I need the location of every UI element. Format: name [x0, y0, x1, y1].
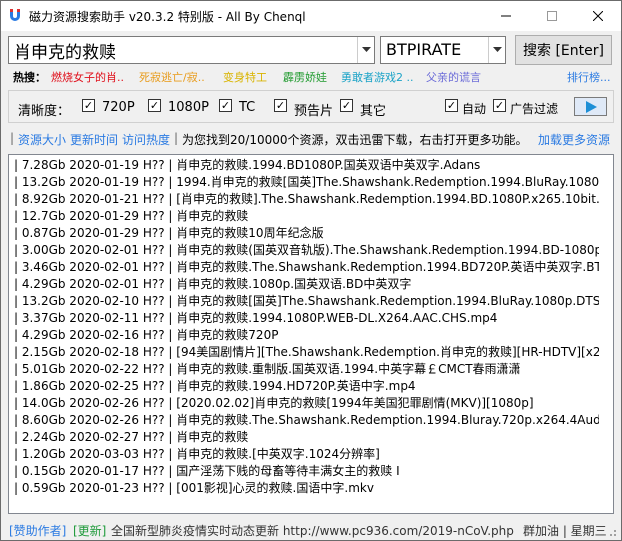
list-item[interactable]: | 13.2Gb 2020-01-19 H?? | 1994.肖申克的救赎[国英… — [9, 174, 599, 191]
list-item[interactable]: | 4.29Gb 2020-02-16 H?? | 肖申克的救赎720P — [9, 327, 599, 344]
maximize-icon — [547, 11, 557, 21]
checkbox-trailer[interactable]: ✓ — [274, 99, 287, 112]
checkbox-tc[interactable]: ✓ — [219, 99, 232, 112]
search-button[interactable]: 搜索 [Enter] — [515, 35, 612, 65]
hot-searches: 热搜： 燃烧女子的肖.. 死寂逃亡/寂.. 变身特工 霹雳娇娃 勇敢者游戏2 .… — [1, 68, 621, 86]
list-item[interactable]: | 4.29Gb 2020-02-01 H?? | 肖申克的救赎.1080p.国… — [9, 276, 599, 293]
checkbox-auto[interactable]: ✓ — [445, 99, 458, 112]
play-button[interactable] — [574, 97, 607, 116]
source-select-value: BTPIRATE — [386, 40, 462, 59]
search-combobox[interactable] — [8, 36, 375, 64]
hot-item[interactable]: 变身特工 — [223, 69, 267, 85]
checkbox-adfilter-label: 广告过滤 — [510, 102, 559, 116]
list-item[interactable]: | 13.2Gb 2020-02-10 H?? | 肖申克的救赎[国英]The.… — [9, 293, 599, 310]
filter-group: 清晰度： ✓ 720P ✓ 1080P ✓ TC ✓ 预告片 ✓ 其它 ✓ 自动… — [8, 90, 614, 123]
list-item[interactable]: | 7.28Gb 2020-01-19 H?? | 肖申克的救赎.1994.BD… — [9, 157, 599, 174]
checkbox-1080p[interactable]: ✓ — [148, 99, 161, 112]
minimize-icon — [501, 15, 511, 17]
app-window: 磁力资源搜索助手 v20.3.2 特别版 - All By Chenql BTP… — [0, 0, 622, 541]
list-item[interactable]: | 2.15Gb 2020-02-18 H?? | [94美国剧情片][The.… — [9, 344, 599, 361]
list-item[interactable]: | 0.87Gb 2020-01-29 H?? | 肖申克的救赎10周年纪念版 — [9, 225, 599, 242]
status-bar: [赞助作者] [更新] 全国新型肺炎疫情实时动态更新 http://www.pc… — [1, 518, 621, 540]
list-item[interactable]: | 12.7Gb 2020-01-29 H?? | 肖申克的救赎 — [9, 208, 599, 225]
chevron-down-icon — [492, 47, 502, 52]
sort-by-time[interactable]: 更新时间 — [70, 131, 118, 148]
list-item[interactable]: | 0.59Gb 2020-01-23 H?? | [001影视]心灵的救赎.国… — [9, 480, 599, 497]
resolution-label: 清晰度： — [18, 104, 71, 119]
list-item[interactable]: | 2.24Gb 2020-02-27 H?? | 肖申克的救赎 — [9, 429, 599, 446]
maximize-button[interactable] — [529, 1, 575, 31]
resize-grip-icon[interactable] — [607, 527, 617, 537]
list-item[interactable]: | 3.37Gb 2020-02-11 H?? | 肖申克的救赎.1994.10… — [9, 310, 599, 327]
sort-by-hotness[interactable]: 访问热度 — [122, 131, 170, 148]
chevron-down-icon — [361, 47, 371, 52]
list-item[interactable]: | 8.92Gb 2020-01-21 H?? | [肖申克的救赎].The.S… — [9, 191, 599, 208]
status-tail: 群加油 | 星期三 — [523, 524, 607, 538]
checkbox-720p-label: 720P — [102, 100, 135, 115]
checkbox-auto-label: 自动 — [462, 102, 487, 116]
list-item[interactable]: | 1.86Gb 2020-02-25 H?? | 肖申克的救赎.1994.HD… — [9, 378, 599, 395]
list-item[interactable]: | 3.46Gb 2020-02-01 H?? | 肖申克的救赎.The.Sha… — [9, 259, 599, 276]
update-link[interactable]: [更新] — [73, 522, 106, 539]
checkbox-adfilter[interactable]: ✓ — [493, 99, 506, 112]
result-count-message: 为您找到20/10000个资源，双击迅雷下载，右击打开更多功能。 — [182, 133, 528, 147]
magnet-app-icon — [10, 9, 20, 21]
hot-item[interactable]: 霹雳娇娃 — [283, 69, 327, 85]
list-item[interactable]: | 0.15Gb 2020-01-17 H?? | 国产淫荡下贱的母畜等待丰满女… — [9, 463, 599, 480]
load-more-link[interactable]: 加载更多资源 — [538, 131, 610, 148]
minimize-button[interactable] — [483, 1, 529, 31]
info-bar: | 资源大小 更新时间 访问热度 | 为您找到20/10000个资源，双击迅雷下… — [10, 131, 611, 148]
source-dropdown-button[interactable] — [488, 37, 505, 63]
hot-item[interactable]: 勇敢者游戏2 .. — [341, 69, 414, 85]
hot-label: 热搜： — [13, 71, 46, 84]
donate-link[interactable]: [赞助作者] — [9, 522, 66, 539]
checkbox-1080p-label: 1080P — [168, 100, 209, 115]
list-item[interactable]: | 3.00Gb 2020-02-01 H?? | 肖申克的救赎(国英双音轨版)… — [9, 242, 599, 259]
status-message[interactable]: 全国新型肺炎疫情实时动态更新 http://www.pc936.com/2019… — [111, 522, 514, 539]
list-item[interactable]: | 14.0Gb 2020-02-26 H?? | [2020.02.02]肖申… — [9, 395, 599, 412]
close-icon — [593, 11, 603, 21]
list-item[interactable]: | 8.60Gb 2020-02-26 H?? | 肖申克的救赎.The.Sha… — [9, 412, 599, 429]
list-item[interactable]: | 5.01Gb 2020-02-22 H?? | 肖申克的救赎.重制版.国英双… — [9, 361, 599, 378]
results-list[interactable]: | 7.28Gb 2020-01-19 H?? | 肖申克的救赎.1994.BD… — [8, 154, 614, 514]
hot-item[interactable]: 燃烧女子的肖.. — [51, 69, 124, 85]
search-history-dropdown[interactable] — [357, 37, 374, 63]
play-icon — [585, 100, 597, 113]
checkbox-720p[interactable]: ✓ — [82, 99, 95, 112]
list-item[interactable]: | 1.20Gb 2020-03-03 H?? | 肖申克的救赎.[中英双字.1… — [9, 446, 599, 463]
hot-item[interactable]: 死寂逃亡/寂.. — [139, 69, 205, 85]
checkbox-trailer-label: 预告片 — [294, 104, 334, 119]
checkbox-tc-label: TC — [239, 100, 256, 115]
ranking-link[interactable]: 排行榜... — [567, 69, 611, 85]
window-title: 磁力资源搜索助手 v20.3.2 特别版 - All By Chenql — [29, 10, 306, 24]
checkbox-other[interactable]: ✓ — [340, 99, 353, 112]
hot-item[interactable]: 父亲的谎言 — [426, 69, 481, 85]
source-select[interactable]: BTPIRATE — [380, 36, 506, 64]
checkbox-other-label: 其它 — [360, 104, 387, 119]
title-bar: 磁力资源搜索助手 v20.3.2 特别版 - All By Chenql — [1, 1, 621, 31]
sort-by-size[interactable]: 资源大小 — [18, 131, 66, 148]
close-button[interactable] — [575, 1, 621, 31]
search-input[interactable] — [9, 37, 354, 63]
